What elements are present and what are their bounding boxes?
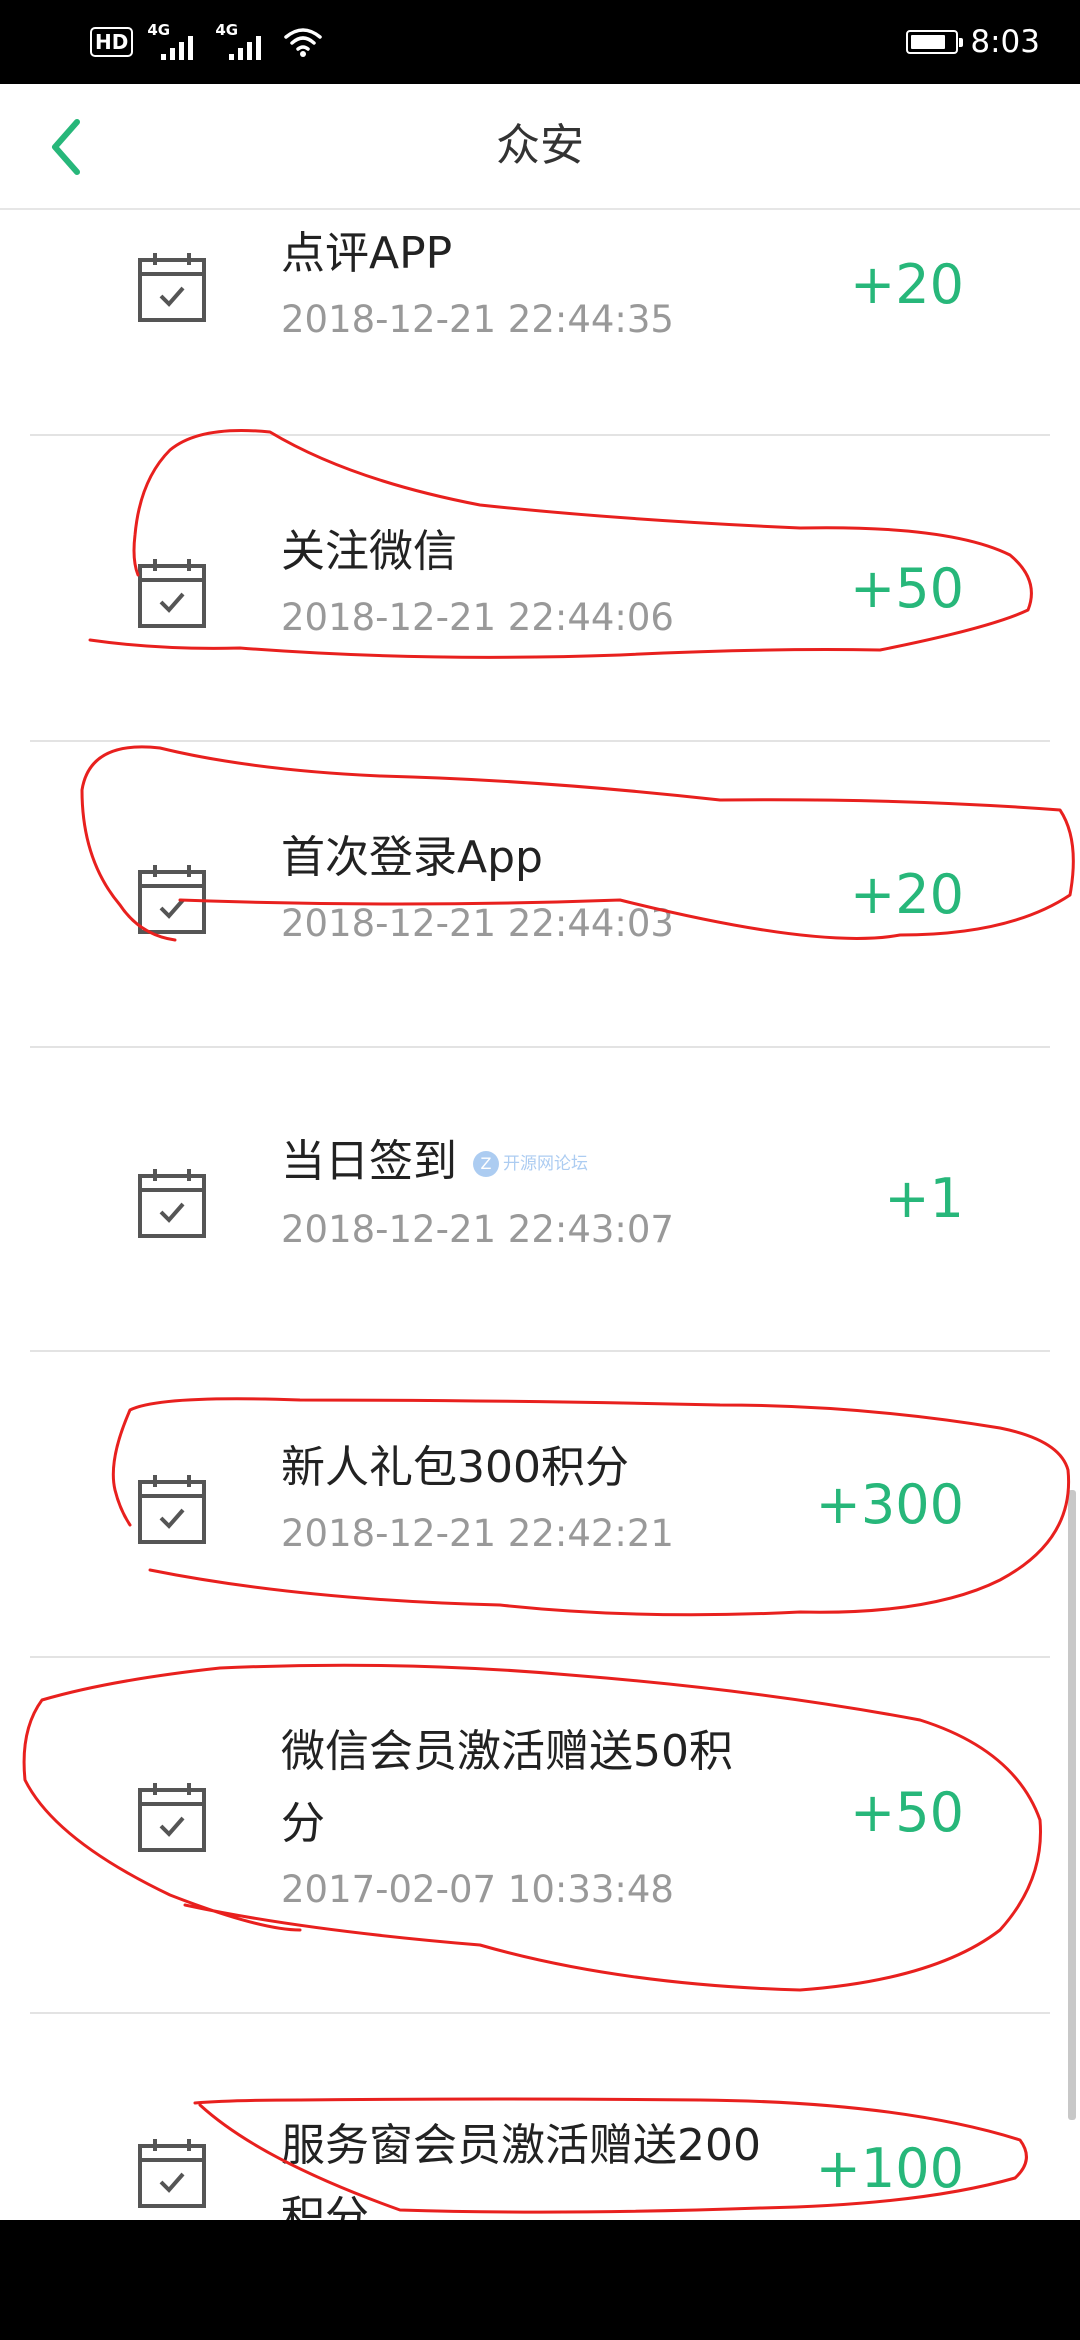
list-item: 关注微信 2018-12-21 22:44:06 +50 <box>0 436 1080 742</box>
signal-icon: 4G <box>147 22 201 62</box>
record-time: 2018-12-21 22:44:06 <box>281 596 674 639</box>
calendar-check-icon <box>138 2139 206 2208</box>
status-time: 8:03 <box>970 24 1040 60</box>
wifi-icon <box>284 28 323 57</box>
calendar-check-icon <box>138 559 206 628</box>
calendar-check-icon <box>138 1783 206 1852</box>
record-points: +100 <box>815 2137 964 2200</box>
record-points: +50 <box>850 557 964 620</box>
record-name: 关注微信 <box>281 526 457 577</box>
record-name: 新人礼包300积分 <box>281 1442 629 1493</box>
list-item: 点评APP 2018-12-21 22:44:35 +20 <box>0 210 1080 436</box>
calendar-check-icon <box>138 865 206 934</box>
record-name: 服务窗会员激活赠送200积分 <box>281 2120 761 2220</box>
record-time: 2018-12-21 22:44:35 <box>281 298 674 341</box>
record-points: +300 <box>815 1473 964 1536</box>
record-name: 当日签到 <box>281 1136 457 1187</box>
scrollbar[interactable] <box>1068 1490 1076 2120</box>
record-name: 微信会员激活赠送50积分 <box>281 1726 733 1849</box>
list-item: 首次登录App 2018-12-21 22:44:03 +20 <box>0 742 1080 1048</box>
header-bar: 众安 <box>0 84 1080 210</box>
watermark-text: 开源网论坛 <box>503 1154 588 1174</box>
record-points: +50 <box>850 1781 964 1844</box>
page-title: 众安 <box>496 120 584 171</box>
record-points: +20 <box>850 863 964 926</box>
record-time: 2018-12-21 22:43:07 <box>281 1208 674 1251</box>
signal-icon: 4G <box>215 22 269 62</box>
record-time: 2018-12-21 22:44:03 <box>281 902 674 945</box>
record-name: 首次登录App <box>281 832 543 883</box>
record-name: 点评APP <box>281 228 453 279</box>
record-time: 2017-02-07 10:33:48 <box>281 1868 674 1911</box>
list-item: 新人礼包300积分 2018-12-21 22:42:21 +300 <box>0 1352 1080 1658</box>
hd-icon: HD <box>90 27 134 57</box>
points-record-list[interactable]: 点评APP 2018-12-21 22:44:35 +20 关注微信 2018-… <box>0 210 1080 2220</box>
record-time: 2018-12-21 22:42:21 <box>281 1512 674 1555</box>
list-item: 当日签到 Z 开源网论坛 2018-12-21 22:43:07 +1 <box>0 1048 1080 1352</box>
calendar-check-icon <box>138 1475 206 1544</box>
calendar-check-icon <box>138 253 206 322</box>
record-points: +1 <box>884 1167 964 1230</box>
watermark: Z 开源网论坛 <box>473 1128 588 1200</box>
list-item: 服务窗会员激活赠送200积分 +100 <box>0 2014 1080 2220</box>
watermark-badge: Z <box>473 1151 499 1177</box>
record-points: +20 <box>850 253 964 316</box>
list-item: 微信会员激活赠送50积分 2017-02-07 10:33:48 +50 <box>0 1658 1080 2014</box>
status-bar: HD 4G 4G 8:03 <box>0 0 1080 84</box>
navigation-bar <box>0 2220 1080 2340</box>
battery-icon <box>906 30 964 54</box>
calendar-check-icon <box>138 1169 206 1238</box>
